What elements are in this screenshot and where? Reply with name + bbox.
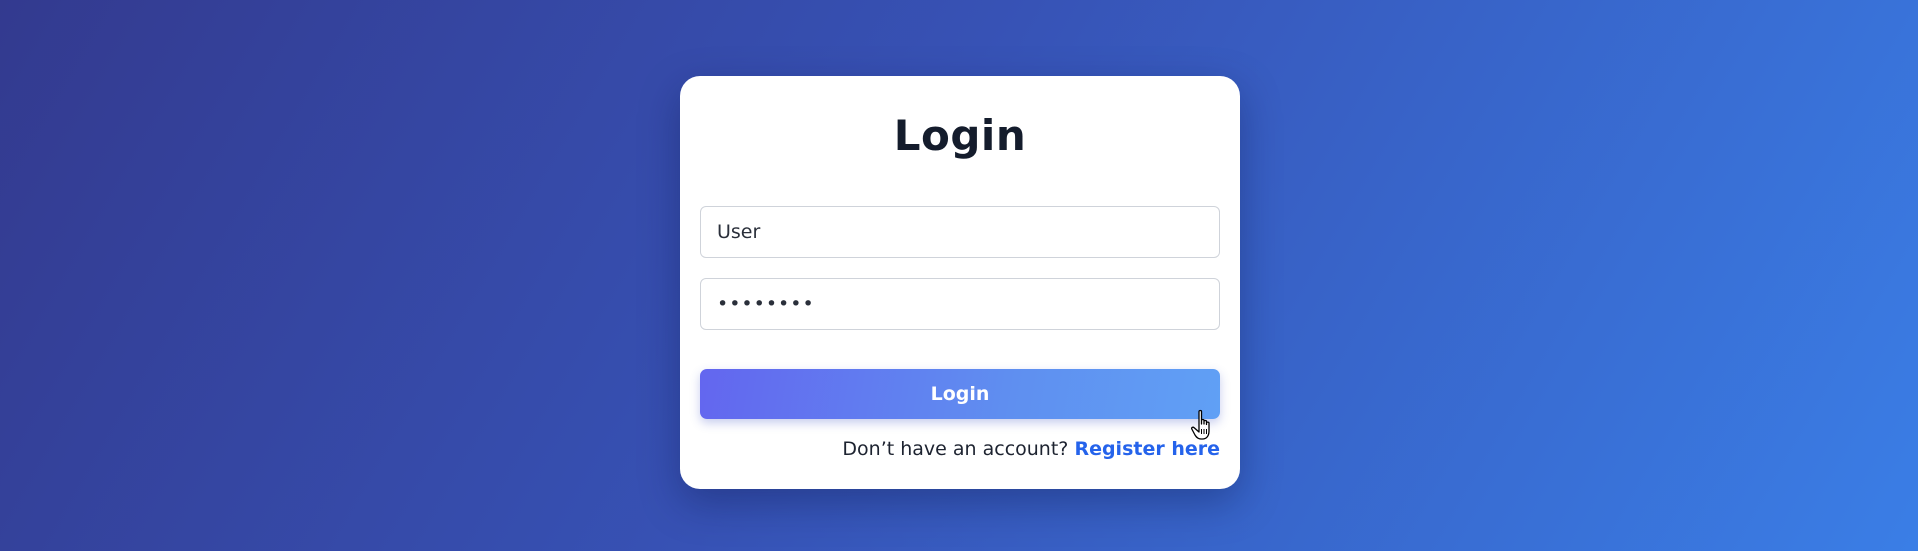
password-input[interactable] [700,278,1220,330]
login-button[interactable]: Login [700,369,1220,419]
register-prompt-text: Don’t have an account? [842,438,1069,460]
login-card: Login Login Don’t have an account? Regis… [680,76,1240,489]
username-input[interactable] [700,206,1220,258]
hand-pointer-icon [1191,409,1210,440]
page-title: Login [893,111,1027,160]
register-prompt-line: Don’t have an account? Register here [842,438,1220,460]
